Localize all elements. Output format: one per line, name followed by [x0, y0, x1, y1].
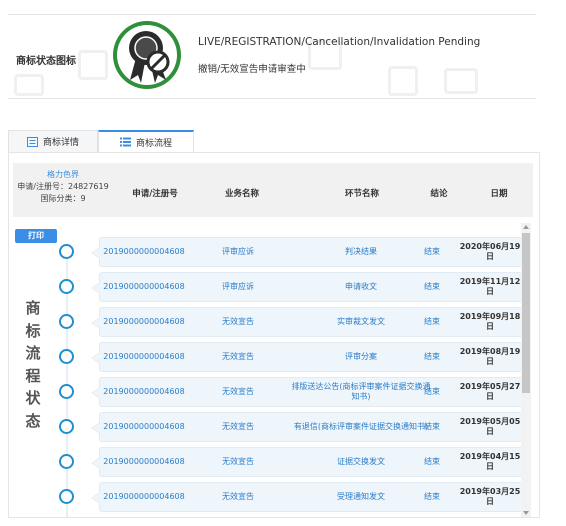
- registration-number: 申请/注册号：24827619: [17, 182, 109, 191]
- timeline-node-icon: [59, 489, 74, 504]
- scroll-thumb[interactable]: [522, 233, 530, 393]
- row-pointer: [91, 317, 100, 329]
- trademark-name: 格力色界: [47, 170, 79, 179]
- cell-reg: 2019000000004608: [103, 457, 185, 466]
- cell-date: 2019年05月27日: [459, 382, 521, 401]
- trademark-status-section: 商标状态图标 LIVE/REGISTRATION/Cancellation/In…: [8, 14, 536, 100]
- timeline-node-icon: [59, 419, 74, 434]
- cell-result: 结束: [424, 422, 440, 431]
- cell-date: 2019年04月15日: [459, 452, 521, 471]
- cell-step: 排版送达公告(商标评审案件证据交换通知书): [291, 382, 431, 401]
- process-panel: 格力色界 申请/注册号：24827619 国际分类：9 申请/注册号 业务名称 …: [8, 152, 540, 518]
- ribbon-award-prohibited-icon: [113, 21, 181, 89]
- trademark-summary-card: 格力色界 申请/注册号：24827619 国际分类：9: [13, 163, 113, 217]
- cell-reg: 2019000000004608: [103, 282, 185, 291]
- row-pointer: [91, 387, 100, 399]
- cell-result: 结束: [424, 387, 440, 396]
- tab-trademark-process[interactable]: 商标流程: [98, 130, 194, 152]
- timeline-node-icon: [59, 349, 74, 364]
- timeline-node-icon: [59, 384, 74, 399]
- row-pointer: [91, 422, 100, 434]
- timeline-node-icon: [59, 244, 74, 259]
- cell-step: 实审裁文发文: [337, 317, 385, 326]
- cell-reg: 2019000000004608: [103, 352, 185, 361]
- watermark-decoration: [14, 74, 44, 96]
- cell-business: 无效宣告: [222, 387, 254, 396]
- cell-business: 评审应诉: [222, 247, 254, 256]
- status-text-cn: 撤销/无效宣告申请审查中: [198, 64, 306, 75]
- tab-bar: 商标详情 商标流程: [8, 130, 194, 152]
- process-row: 2019000000004608 无效宣告 受理通知发文 结束 2019年03月25日: [91, 482, 524, 512]
- cell-date: 2019年08月19日: [459, 347, 521, 366]
- divider: [8, 14, 536, 15]
- cell-result: 结束: [424, 352, 440, 361]
- cell-business: 无效宣告: [222, 352, 254, 361]
- scroll-up-icon[interactable]: [523, 225, 529, 229]
- international-class: 国际分类：9: [40, 194, 86, 203]
- cell-result: 结束: [424, 492, 440, 501]
- cell-reg: 2019000000004608: [103, 317, 185, 326]
- row-pointer: [91, 352, 100, 364]
- cell-business: 无效宣告: [222, 457, 254, 466]
- tab-label: 商标流程: [135, 138, 172, 149]
- status-text-en: LIVE/REGISTRATION/Cancellation/Invalidat…: [198, 36, 481, 48]
- cell-reg: 2019000000004608: [103, 422, 185, 431]
- cell-reg: 2019000000004608: [103, 387, 185, 396]
- watermark-decoration: [388, 66, 418, 96]
- scrollbar[interactable]: [521, 223, 531, 517]
- process-row: 2019000000004608 评审应诉 申请收文 结束 2019年11月12日: [91, 272, 524, 302]
- cell-date: 2020年06月19日: [459, 242, 521, 261]
- row-pointer: [91, 282, 100, 294]
- process-row: 2019000000004608 无效宣告 排版送达公告(商标评审案件证据交换通知书…: [91, 377, 524, 407]
- row-pointer: [91, 492, 100, 504]
- cell-step: 有退信(商标评审案件证据交换通知书): [293, 422, 429, 431]
- cell-step: 申请收文: [345, 282, 377, 291]
- document-list-icon: [26, 136, 38, 147]
- tab-trademark-details[interactable]: 商标详情: [8, 130, 98, 152]
- watermark-decoration: [78, 50, 108, 80]
- cell-step: 受理通知发文: [337, 492, 385, 501]
- process-status-title: 商标流程状态: [25, 299, 41, 430]
- scroll-down-icon[interactable]: [523, 511, 529, 515]
- cell-date: 2019年11月12日: [459, 277, 521, 296]
- process-row: 2019000000004608 无效宣告 有退信(商标评审案件证据交换通知书) 结束…: [91, 412, 524, 442]
- column-header-step: 环节名称: [344, 189, 380, 199]
- process-row: 2019000000004608 无效宣告 证据交换发文 结束 2019年04月15日: [91, 447, 524, 477]
- tab-label: 商标详情: [42, 138, 79, 148]
- timeline-node-icon: [59, 279, 74, 294]
- column-header-business: 业务名称: [224, 189, 260, 199]
- cell-date: 2019年05月05日: [459, 417, 521, 436]
- cell-business: 评审应诉: [222, 282, 254, 291]
- cell-result: 结束: [424, 282, 440, 291]
- process-row: 2019000000004608 无效宣告 评审分案 结束 2019年08月19日: [91, 342, 524, 372]
- watermark-decoration: [444, 68, 478, 94]
- cell-reg: 2019000000004608: [103, 247, 185, 256]
- column-header-reg-number: 申请/注册号: [132, 189, 178, 199]
- cell-result: 结束: [424, 317, 440, 326]
- list-lines-icon: [119, 137, 131, 147]
- cell-step: 判决结果: [345, 247, 377, 256]
- cell-reg: 2019000000004608: [103, 492, 185, 501]
- divider: [8, 98, 536, 99]
- cell-result: 结束: [424, 247, 440, 256]
- cell-date: 2019年09月18日: [459, 312, 521, 331]
- cell-step: 证据交换发文: [337, 457, 385, 466]
- cell-step: 评审分案: [345, 352, 377, 361]
- status-label: 商标状态图标: [16, 56, 76, 67]
- cell-result: 结束: [424, 457, 440, 466]
- cell-date: 2019年03月25日: [459, 487, 521, 506]
- column-header-result: 结论: [430, 189, 448, 199]
- cell-business: 无效宣告: [222, 422, 254, 431]
- process-row: 2019000000004608 评审应诉 判决结果 结束 2020年06月19日: [91, 237, 524, 267]
- row-pointer: [91, 247, 100, 259]
- cell-business: 无效宣告: [222, 492, 254, 501]
- timeline-node-icon: [59, 314, 74, 329]
- row-pointer: [91, 457, 100, 469]
- column-header-date: 日期: [490, 189, 508, 199]
- table-header: 申请/注册号 业务名称 环节名称 结论 日期: [113, 163, 533, 217]
- timeline-node-icon: [59, 454, 74, 469]
- process-row: 2019000000004608 无效宣告 实审裁文发文 结束 2019年09月18日: [91, 307, 524, 337]
- print-button[interactable]: 打印: [15, 229, 57, 243]
- cell-business: 无效宣告: [222, 317, 254, 326]
